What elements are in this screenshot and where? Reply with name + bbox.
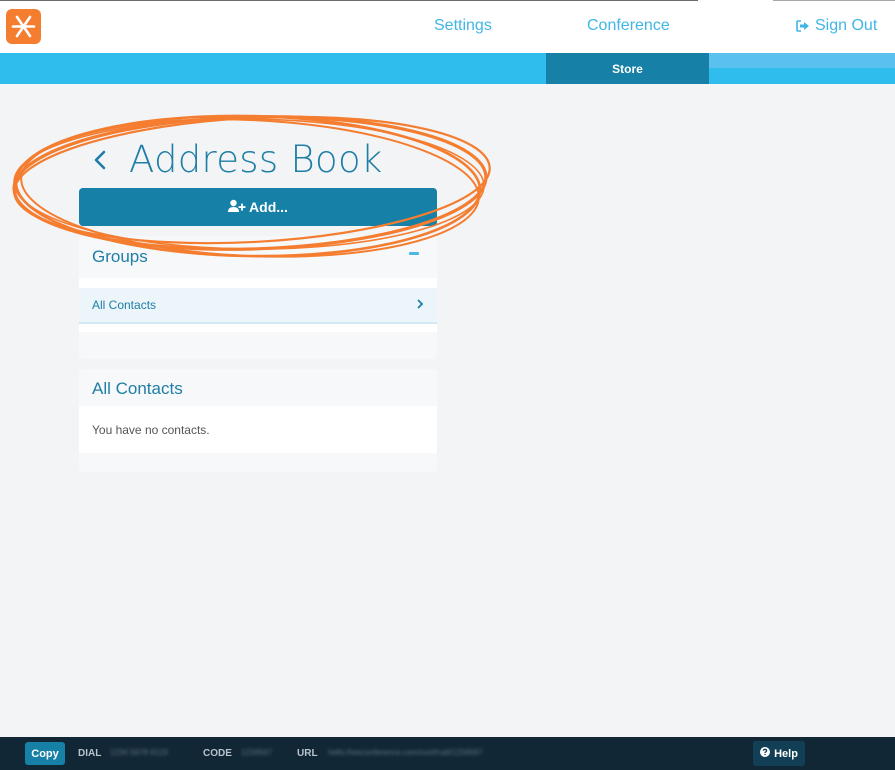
asterisk-logo-icon[interactable] xyxy=(6,9,41,44)
add-user-icon xyxy=(228,199,246,216)
panel-spacer xyxy=(79,278,437,288)
conference-info-footer: Copy DIAL 1234 5678 9123 CODE 1234567 UR… xyxy=(0,737,895,770)
code-value: 1234567 xyxy=(241,748,273,757)
question-circle-icon xyxy=(760,747,771,760)
empty-message: You have no contacts. xyxy=(92,422,210,437)
groups-panel: Groups All Contacts xyxy=(79,236,437,359)
sub-navigation: Store xyxy=(0,53,895,84)
group-item-all-contacts[interactable]: All Contacts xyxy=(79,288,437,324)
page-title: Address Book xyxy=(93,138,383,181)
page-title-text: Address Book xyxy=(129,138,383,181)
help-button[interactable]: Help xyxy=(753,741,805,766)
url-label: URL xyxy=(297,748,318,759)
collapse-icon[interactable] xyxy=(409,252,419,255)
groups-heading-text: Groups xyxy=(92,247,148,266)
contacts-empty-state: You have no contacts. xyxy=(79,406,437,453)
groups-heading: Groups xyxy=(79,236,437,278)
panel-spacer xyxy=(79,324,437,332)
tab-store[interactable]: Store xyxy=(546,53,709,84)
top-header: Settings Conference Sign Out xyxy=(0,0,895,53)
add-contact-button[interactable]: Add... xyxy=(79,188,437,226)
help-label: Help xyxy=(774,747,798,760)
dial-label: DIAL xyxy=(78,748,102,759)
url-value: hello.freeconference.com/conf/call/12345… xyxy=(328,748,483,757)
chevron-left-icon[interactable] xyxy=(93,149,107,171)
sign-out-link[interactable]: Sign Out xyxy=(796,17,877,35)
contacts-panel: All Contacts You have no contacts. xyxy=(79,369,437,472)
copy-button[interactable]: Copy xyxy=(25,742,65,765)
group-item-label: All Contacts xyxy=(92,298,157,312)
dial-value: 1234 5678 9123 xyxy=(110,748,168,757)
add-button-label: Add... xyxy=(249,199,288,215)
sign-out-icon xyxy=(796,20,810,32)
subnav-highlight xyxy=(709,53,895,68)
contacts-heading-text: All Contacts xyxy=(92,378,183,398)
nav-conference-link[interactable]: Conference xyxy=(587,17,670,35)
sign-out-label: Sign Out xyxy=(815,17,878,34)
contacts-heading: All Contacts xyxy=(79,369,437,406)
top-border xyxy=(0,0,698,1)
chevron-right-icon xyxy=(417,298,424,312)
code-label: CODE xyxy=(203,748,232,759)
nav-settings-link[interactable]: Settings xyxy=(434,17,492,35)
top-border xyxy=(773,0,895,1)
